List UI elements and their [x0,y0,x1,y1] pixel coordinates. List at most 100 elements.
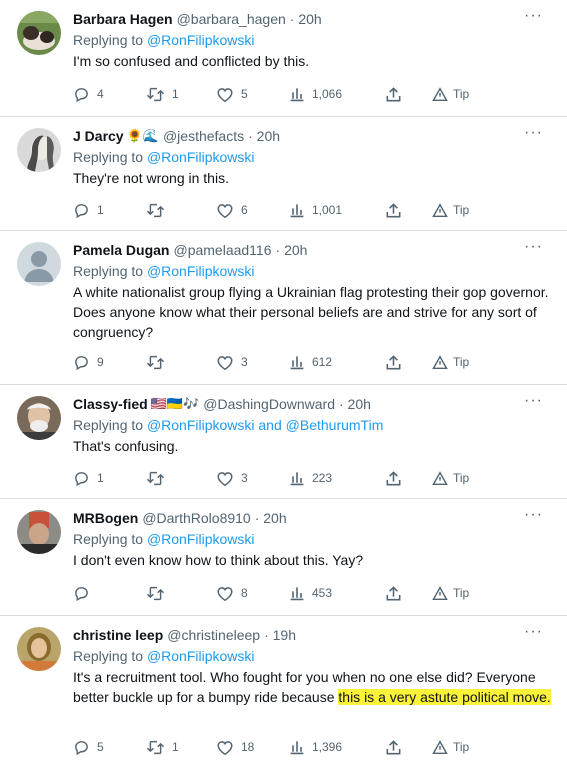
views-button[interactable]: 453 [289,583,332,603]
retweet-button[interactable] [146,200,172,220]
views-icon [290,741,304,755]
tweet-mrbogen[interactable]: MRBogen @DarthRolo8910 · 20h ··· Replyin… [0,499,567,616]
timestamp[interactable]: · 20h [339,394,371,414]
like-button[interactable]: 8 [216,583,248,603]
tweet-text: I don't even know how to think about thi… [73,550,553,570]
reply-to-link[interactable]: @RonFilipkowski [147,32,255,48]
retweet-icon [146,203,165,217]
user-handle[interactable]: @christineleep [167,625,260,645]
avatar[interactable] [17,627,61,671]
tip-icon [432,470,448,485]
tweet-classy-fied[interactable]: Classy-fied 🇺🇸🇺🇦🎶 @DashingDownward · 20h… [0,385,567,499]
display-name[interactable]: christine leep [73,625,163,645]
share-button[interactable] [385,84,402,104]
more-options-icon[interactable]: ··· [524,239,543,255]
views-button[interactable]: 1,066 [289,84,342,104]
display-name[interactable]: Classy-fied [73,394,148,414]
reply-button[interactable] [73,583,97,603]
tweet-pamela-dugan[interactable]: Pamela Dugan @pamelaad116 · 20h ··· Repl… [0,231,567,385]
tweet-christine-leep[interactable]: christine leep @christineleep · 19h ··· … [0,616,567,768]
view-count: 1,396 [312,740,343,754]
reply-to-link[interactable]: @RonFilipkowski [147,149,255,165]
user-handle[interactable]: @DarthRolo8910 [142,508,250,528]
replying-to: Replying to @RonFilipkowski [73,30,553,50]
replying-to: Replying to @RonFilipkowski [73,646,553,666]
timestamp[interactable]: · 20h [248,126,280,146]
share-button[interactable] [385,583,402,603]
retweet-button[interactable]: 1 [146,737,179,757]
replying-to: Replying to @RonFilipkowski [73,261,553,281]
reply-button[interactable]: 5 [73,737,104,757]
like-button[interactable]: 5 [216,84,248,104]
like-button[interactable]: 18 [216,737,254,757]
retweet-button[interactable] [146,352,172,372]
reply-icon [75,471,88,486]
more-options-icon[interactable]: ··· [524,125,543,141]
more-options-icon[interactable]: ··· [524,507,543,523]
more-options-icon[interactable]: ··· [524,624,543,640]
tweet-j-darcy[interactable]: J Darcy 🌻🌊 @jesthefacts · 20h ··· Replyi… [0,117,567,231]
views-button[interactable]: 612 [289,352,332,372]
tip-button[interactable]: Tip [432,468,469,488]
avatar[interactable] [17,11,61,55]
share-button[interactable] [385,200,402,220]
retweet-icon [146,740,165,754]
share-icon [386,470,401,485]
tip-button[interactable]: Tip [432,200,469,220]
views-button[interactable]: 1,396 [289,737,342,757]
user-handle[interactable]: @jesthefacts [163,126,244,146]
retweet-button[interactable] [146,583,172,603]
like-count: 18 [241,740,255,754]
avatar[interactable] [17,128,61,172]
display-name[interactable]: Pamela Dugan [73,240,169,260]
view-count: 612 [312,355,333,369]
share-button[interactable] [385,352,402,372]
tip-button[interactable]: Tip [432,84,469,104]
views-button[interactable]: 223 [289,468,332,488]
reply-to-link[interactable]: @RonFilipkowski and @BethurumTim [147,417,383,433]
retweet-button[interactable] [146,468,172,488]
replying-to-prefix: Replying to [73,32,144,48]
retweet-button[interactable]: 1 [146,84,179,104]
timestamp[interactable]: · 19h [264,625,296,645]
timestamp[interactable]: · 20h [276,240,308,260]
display-name[interactable]: J Darcy [73,126,124,146]
tip-label: Tip [453,740,470,754]
display-name[interactable]: Barbara Hagen [73,9,173,29]
tip-label: Tip [453,586,470,600]
tip-button[interactable]: Tip [432,737,469,757]
like-button[interactable]: 3 [216,352,248,372]
tip-button[interactable]: Tip [432,583,469,603]
views-button[interactable]: 1,001 [289,200,342,220]
share-button[interactable] [385,737,402,757]
reply-button[interactable]: 1 [73,468,104,488]
heart-icon [217,87,233,102]
view-count: 453 [312,586,333,600]
tip-button[interactable]: Tip [432,352,469,372]
like-button[interactable]: 6 [216,200,248,220]
like-button[interactable]: 3 [216,468,248,488]
reply-button[interactable]: 4 [73,84,104,104]
reply-to-link[interactable]: @RonFilipkowski [147,648,255,664]
avatar[interactable] [17,396,61,440]
reply-to-link[interactable]: @RonFilipkowski [147,531,255,547]
user-handle[interactable]: @barbara_hagen [177,9,286,29]
avatar[interactable] [17,510,61,554]
reply-button[interactable]: 1 [73,200,104,220]
default-avatar[interactable] [17,242,61,286]
timestamp[interactable]: · 20h [290,9,322,29]
more-options-icon[interactable]: ··· [524,393,543,409]
tweet-text-body: A white nationalist group flying a Ukrai… [73,284,549,340]
tweet-barbara-hagen[interactable]: Barbara Hagen @barbara_hagen · 20h ··· R… [0,0,567,117]
replying-to-prefix: Replying to [73,417,144,433]
display-name[interactable]: MRBogen [73,508,138,528]
reply-to-link[interactable]: @RonFilipkowski [147,263,255,279]
more-options-icon[interactable]: ··· [524,8,543,24]
user-handle[interactable]: @pamelaad116 [173,240,271,260]
share-button[interactable] [385,468,402,488]
reply-button[interactable]: 9 [73,352,104,372]
tip-icon [432,739,448,754]
timestamp[interactable]: · 20h [255,508,287,528]
reply-icon [75,586,88,601]
user-handle[interactable]: @DashingDownward [203,394,335,414]
